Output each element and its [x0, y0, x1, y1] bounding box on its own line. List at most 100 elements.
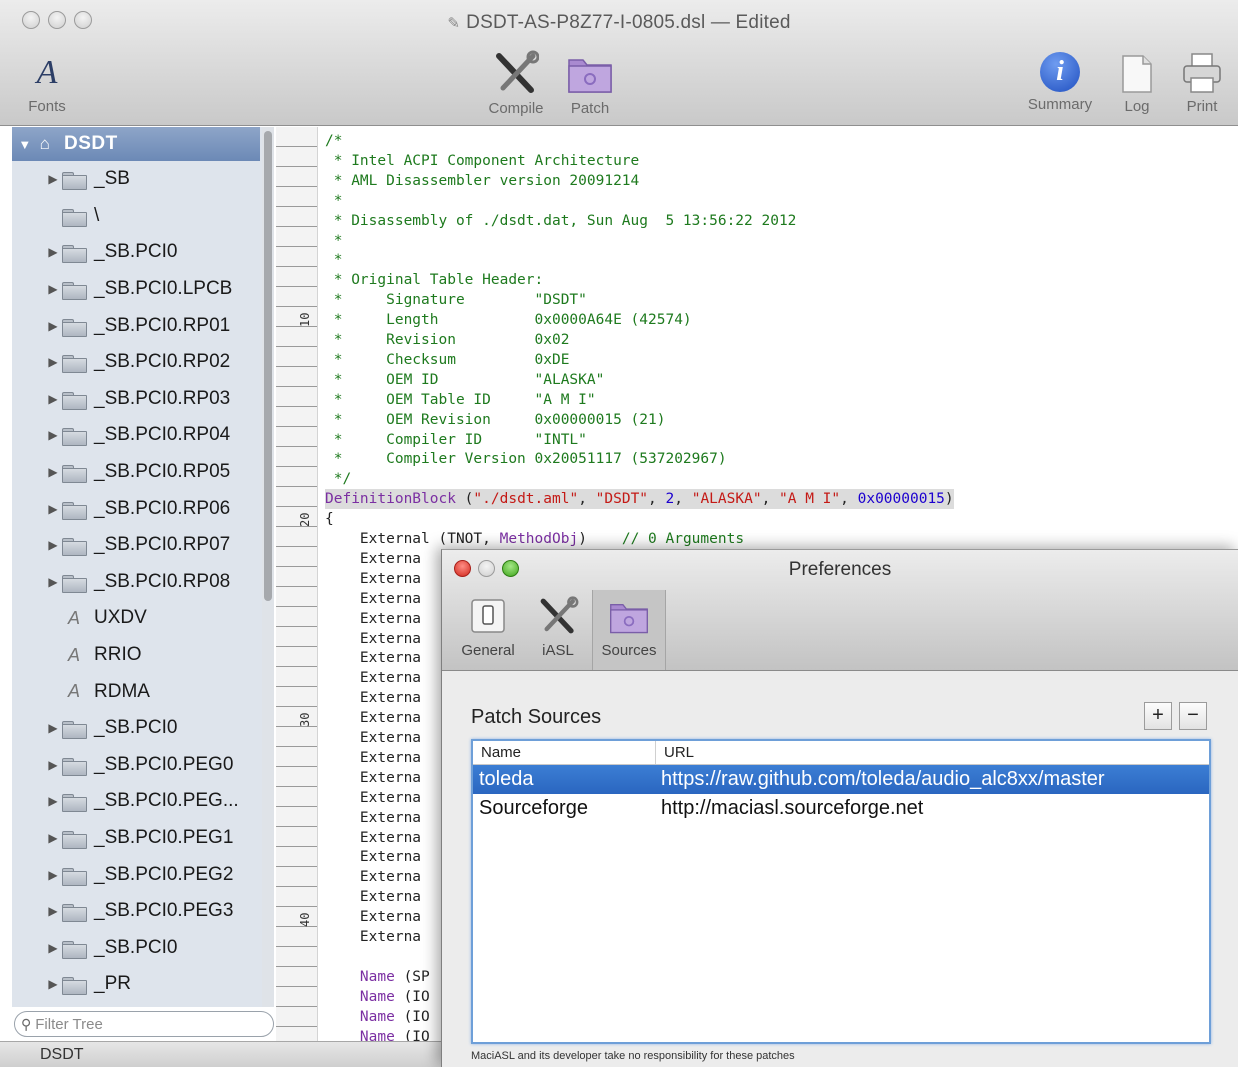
disclosure-collapsed-icon[interactable]: ▶ — [44, 245, 62, 259]
tree-item[interactable]: ▶ _SB.PCI0 — [12, 234, 260, 271]
disclosure-collapsed-icon[interactable]: ▶ — [44, 794, 62, 808]
tree-item-label: RDMA — [94, 680, 150, 702]
code-token: External (TNOT, — [325, 531, 500, 547]
tree-item[interactable]: ▶ _SB — [12, 161, 260, 198]
disclosure-expanded-icon[interactable]: ▼ — [16, 137, 34, 152]
column-header-name[interactable]: Name — [473, 741, 655, 764]
code-token: (IO — [394, 1008, 430, 1025]
remove-source-button[interactable]: − — [1179, 702, 1207, 730]
code-line: * — [325, 231, 343, 251]
summary-button[interactable]: i Summary — [1018, 52, 1102, 113]
print-button[interactable]: Print — [1176, 52, 1228, 115]
disclosure-collapsed-icon[interactable]: ▶ — [44, 355, 62, 369]
source-name-cell[interactable]: Sourceforge — [473, 794, 655, 823]
disclosure-collapsed-icon[interactable]: ▶ — [44, 575, 62, 589]
sidebar-scroll-thumb[interactable] — [264, 131, 272, 601]
tree-item[interactable]: ▶ _SB.PCI0.PEG0 — [12, 747, 260, 784]
source-url-cell[interactable]: https://raw.github.com/toleda/audio_alc8… — [655, 765, 1209, 794]
tree-item[interactable]: ▶ _SB.PCI0.PEG2 — [12, 856, 260, 893]
column-header-url[interactable]: URL — [655, 741, 1209, 764]
table-row-selected[interactable]: toleda https://raw.github.com/toleda/audi… — [473, 765, 1209, 794]
preferences-title: Preferences — [788, 559, 892, 580]
folder-icon — [62, 170, 87, 191]
disclosure-collapsed-icon[interactable]: ▶ — [44, 319, 62, 333]
tree-item[interactable]: ▶ _SB.PCI0.RP07 — [12, 527, 260, 564]
add-source-button[interactable]: + — [1144, 702, 1172, 730]
tree-item-label: _SB.PCI0 — [94, 936, 178, 958]
code-token: Externa — [325, 610, 422, 627]
code-token: Externa — [325, 829, 422, 846]
folder-icon — [62, 902, 87, 923]
disclosure-collapsed-icon[interactable]: ▶ — [44, 758, 62, 772]
code-line-highlighted: DefinitionBlock ("./dsdt.aml", "DSDT", 2… — [325, 489, 954, 510]
method-icon: A — [67, 681, 80, 702]
disclosure-collapsed-icon[interactable]: ▶ — [44, 465, 62, 479]
patch-button[interactable]: Patch — [562, 50, 618, 117]
tree-item[interactable]: ▶ _SB.PCI0.LPCB — [12, 271, 260, 308]
disclosure-collapsed-icon[interactable]: ▶ — [44, 392, 62, 406]
sidebar-scrollbar[interactable] — [262, 127, 274, 1007]
compile-button[interactable]: Compile — [478, 50, 554, 117]
filter-tree-field[interactable]: ⚲ Filter Tree — [14, 1011, 274, 1037]
tree-item[interactable]: ▶ _SB.PCI0.RP08 — [12, 564, 260, 601]
log-button[interactable]: Log — [1114, 52, 1160, 115]
patch-sources-table[interactable]: Name URL toleda https://raw.github.com/to… — [471, 739, 1211, 1044]
tree-item[interactable]: ▶ _SB.PCI0.RP03 — [12, 381, 260, 418]
tree-item[interactable]: ▶ _SB.PCI0.PEG... — [12, 783, 260, 820]
tree-item[interactable]: ▶ _SB.PCI0.PEG1 — [12, 820, 260, 857]
code-token: (IO — [394, 1028, 430, 1042]
fonts-button[interactable]: A Fonts — [22, 56, 72, 116]
code-token: * Compiler Version 0x20051117 (537202967… — [325, 451, 727, 468]
source-name-cell[interactable]: toleda — [473, 765, 655, 794]
disclosure-collapsed-icon[interactable]: ▶ — [44, 868, 62, 882]
tab-sources[interactable]: Sources — [592, 590, 666, 670]
tree-item[interactable]: \ — [12, 198, 260, 235]
tree-item[interactable]: ▶ _SB.PCI0 — [12, 929, 260, 966]
disclosure-collapsed-icon[interactable]: ▶ — [44, 941, 62, 955]
table-row[interactable]: Sourceforge http://maciasl.sourceforge.ne… — [473, 794, 1209, 823]
tree-item-label: _SB.PCI0 — [94, 241, 178, 263]
code-line: Externa — [325, 788, 421, 808]
disclosure-collapsed-icon[interactable]: ▶ — [44, 282, 62, 296]
code-line: Externa — [325, 569, 421, 589]
disclosure-collapsed-icon[interactable]: ▶ — [44, 721, 62, 735]
tree-item[interactable]: ▶ _SB.PCI0.RP06 — [12, 490, 260, 527]
tree-item[interactable]: ▶ _SB.PCI0 — [12, 710, 260, 747]
code-token: (SP — [394, 968, 430, 985]
disclosure-collapsed-icon[interactable]: ▶ — [44, 904, 62, 918]
code-token: Externa — [325, 809, 422, 826]
tree-item-label: _SB.PCI0.PEG1 — [94, 826, 234, 848]
tab-iasl[interactable]: iASL — [530, 590, 586, 670]
preferences-toolbar: Preferences General iASL Sources — [442, 550, 1238, 671]
tree-item-label: UXDV — [94, 607, 147, 629]
tree-item[interactable]: ▶ _PR — [12, 966, 260, 1003]
tab-general[interactable]: General — [452, 590, 524, 670]
disclosure-collapsed-icon[interactable]: ▶ — [44, 172, 62, 186]
disclosure-collapsed-icon[interactable]: ▶ — [44, 831, 62, 845]
tree-item[interactable]: A RRIO — [12, 637, 260, 674]
disclosure-collapsed-icon[interactable]: ▶ — [44, 977, 62, 991]
disclosure-collapsed-icon[interactable]: ▶ — [44, 502, 62, 516]
code-token: * Checksum 0xDE — [325, 351, 570, 368]
tree-root-dsdt[interactable]: ▼ ⌂ DSDT — [12, 127, 260, 161]
tree-item[interactable]: ▶ _SB.PCI0.RP02 — [12, 344, 260, 381]
code-token: /* — [325, 133, 343, 149]
code-token: , — [648, 491, 666, 508]
folder-icon — [62, 975, 87, 996]
disclosure-collapsed-icon[interactable]: ▶ — [44, 428, 62, 442]
tree-item[interactable]: ▶ _SB.PCI0.PEG3 — [12, 893, 260, 930]
code-token: Externa — [325, 929, 422, 945]
tree-list: ▼ ⌂ DSDT ▶ _SB \ ▶ _SB.PCI0 ▶ _SB.PCI0.LPCB ▶ _SB.P… — [12, 127, 260, 1003]
disclosure-collapsed-icon[interactable]: ▶ — [44, 538, 62, 552]
source-url-cell[interactable]: http://maciasl.sourceforge.net — [655, 794, 1209, 823]
tree-item[interactable]: A RDMA — [12, 673, 260, 710]
tree-item[interactable]: ▶ _SB.PCI0.RP05 — [12, 454, 260, 491]
tree-item[interactable]: ▶ _SB.PCI0.RP01 — [12, 307, 260, 344]
tree-item-label: _SB.PCI0.RP02 — [94, 351, 231, 373]
code-line: Externa — [325, 708, 421, 728]
tree-item[interactable]: ▶ _SB.PCI0.RP04 — [12, 417, 260, 454]
code-line: Externa — [325, 927, 421, 947]
status-text: DSDT — [40, 1046, 84, 1063]
code-line: Externa — [325, 668, 421, 688]
tree-item[interactable]: A UXDV — [12, 600, 260, 637]
